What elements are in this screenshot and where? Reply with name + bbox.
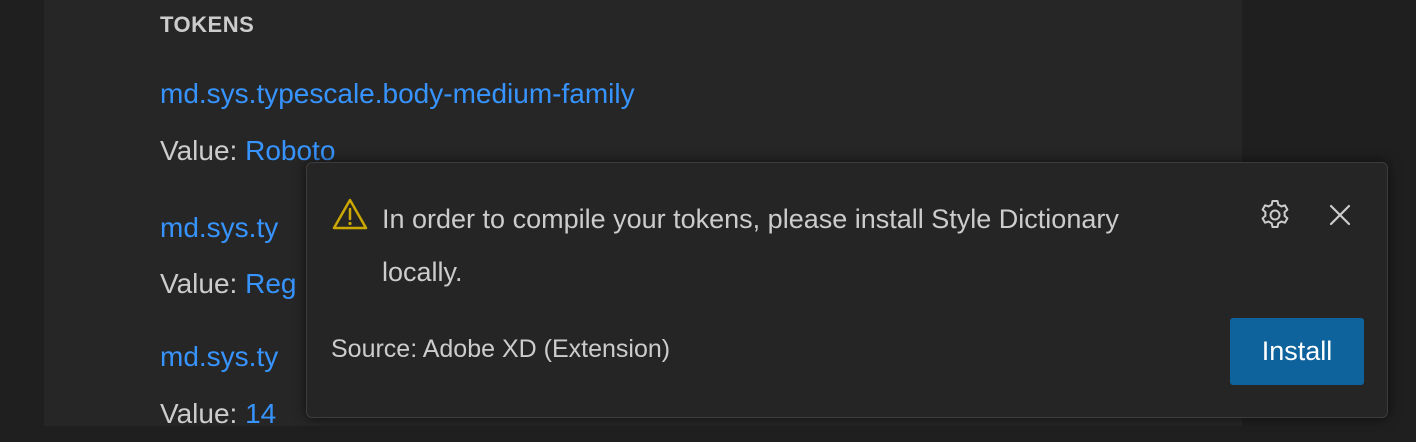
token-name-link[interactable]: md.sys.ty [160, 341, 278, 373]
notification-toast: In order to compile your tokens, please … [306, 162, 1388, 418]
install-button[interactable]: Install [1230, 318, 1364, 385]
gear-icon[interactable] [1257, 197, 1293, 233]
token-value-label: Value: [160, 135, 238, 166]
token-value-label: Value: [160, 268, 238, 299]
section-title: TOKENS [160, 12, 255, 37]
token-value[interactable]: Reg [245, 268, 296, 299]
token-name-link[interactable]: md.sys.typescale.body-medium-family [160, 78, 635, 110]
token-name-link[interactable]: md.sys.ty [160, 212, 278, 244]
notification-message: In order to compile your tokens, please … [382, 204, 1119, 287]
token-value[interactable]: 14 [245, 398, 276, 429]
warning-icon [332, 198, 368, 230]
token-value-row: Value: 14 [160, 398, 276, 430]
token-value-label: Value: [160, 398, 238, 429]
token-value-row: Value: Reg [160, 268, 296, 300]
notification-source: Source: Adobe XD (Extension) [331, 335, 671, 363]
close-icon[interactable] [1324, 199, 1356, 231]
